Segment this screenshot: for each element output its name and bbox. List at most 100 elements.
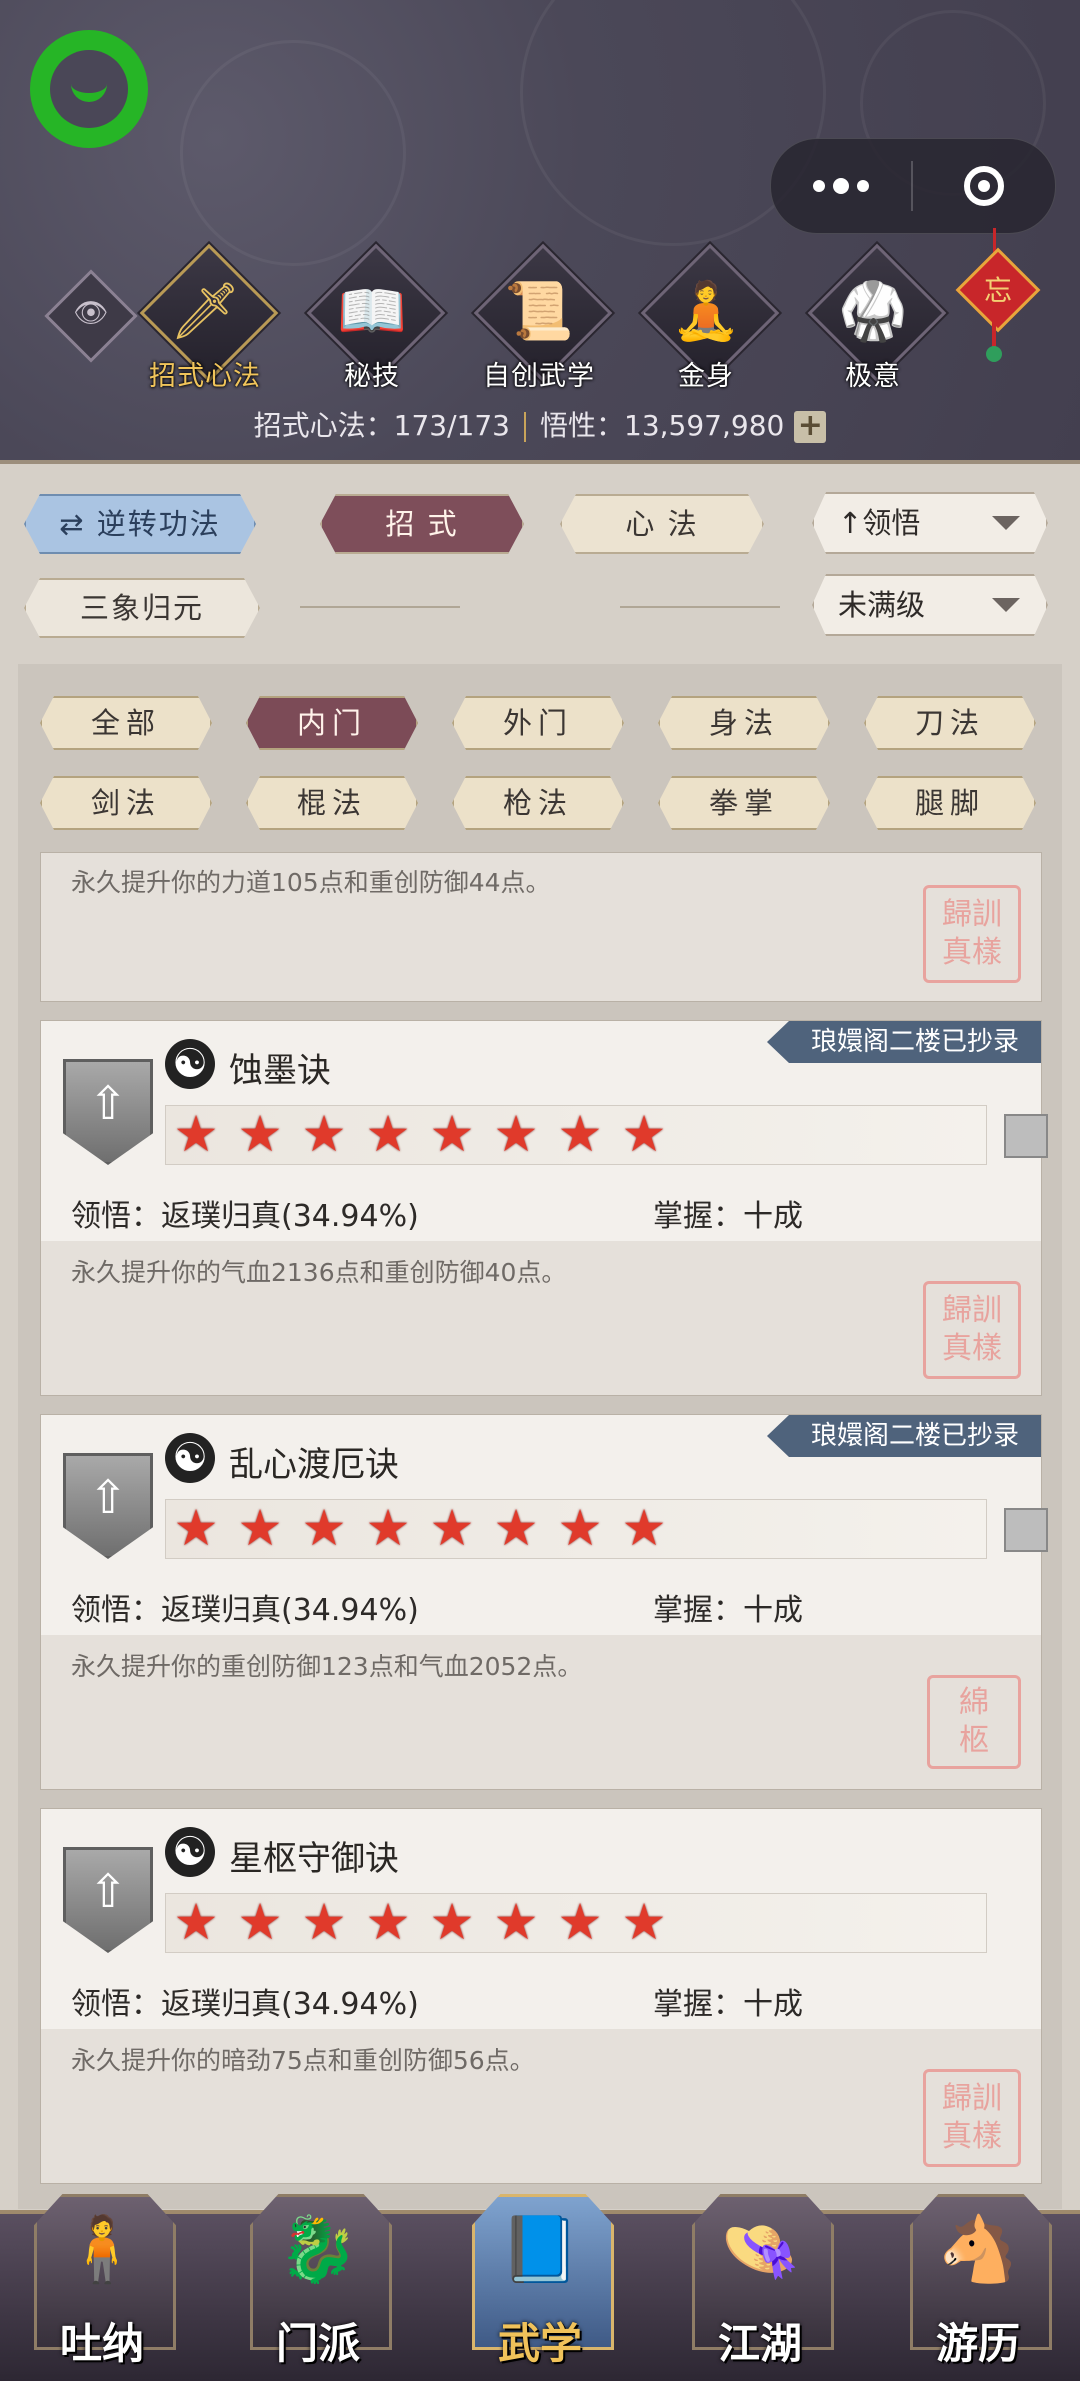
skill-card[interactable]: ⇧ ☯ 乱心渡厄诀 琅嬛阁二楼已抄录 ★ ★ ★ ★ ★ ★ ★ ★ 领悟：返璞归真(34.9… (40, 1414, 1048, 1790)
nav-tile-label: 秘技 (344, 361, 400, 392)
bottom-nav-label: 武学 (497, 2319, 582, 2368)
hanging-charm[interactable]: 忘 (955, 228, 1041, 378)
book-icon: 📖 (337, 279, 407, 344)
filter-blade[interactable]: 刀法 (864, 696, 1036, 750)
seal-stamp: 歸訓 真樣 (923, 885, 1021, 983)
filter-inner[interactable]: 内门 (246, 696, 418, 750)
eye-icon: 👁 (73, 295, 109, 329)
yin-yang-icon: ☯ (165, 1433, 215, 1483)
star-icon: ★ (557, 1499, 603, 1557)
bottom-nav-martial[interactable]: 📘 武学 (472, 2184, 614, 2374)
sort-arrow-icon: ↑ (838, 506, 863, 540)
star-icon: ★ (621, 1105, 667, 1163)
filter-all[interactable]: 全部 (40, 696, 212, 750)
bottom-nav-label: 吐纳 (59, 2319, 144, 2368)
sanxiang-button[interactable]: 三象归元 (24, 578, 260, 638)
nav-tile-moves[interactable]: 🗡 招式心法 (139, 243, 279, 392)
nav-tile-label: 极意 (845, 361, 901, 392)
bottom-nav-jianghu[interactable]: 👒 江湖 (692, 2184, 834, 2374)
copied-ribbon: 琅嬛阁二楼已抄录 (766, 1415, 1041, 1457)
charm-character: 忘 (983, 274, 1012, 307)
more-options-button[interactable] (771, 139, 911, 233)
star-icon: ★ (173, 1105, 219, 1163)
star-icon: ★ (301, 1499, 347, 1557)
chevron-down-icon (992, 598, 1020, 612)
sort-dropdown[interactable]: ↑领悟 (812, 492, 1048, 554)
skill-description: 永久提升你的重创防御123点和气血2052点。 (71, 1652, 583, 1681)
star-icon: ★ (365, 1893, 411, 1951)
target-icon (964, 166, 1004, 206)
reverse-label: 逆转功法 (96, 507, 221, 541)
close-program-button[interactable] (913, 166, 1055, 206)
level-filter-dropdown[interactable]: 未满级 (812, 574, 1048, 636)
bottom-nav-breathing[interactable]: 🧍 吐纳 (34, 2184, 176, 2374)
skill-name: 乱心渡厄诀 (229, 1445, 399, 1485)
star-rating: ★ ★ ★ ★ ★ ★ ★ ★ (165, 1105, 1048, 1165)
star-icon: ★ (429, 1105, 475, 1163)
nav-tile-golden-body[interactable]: 🧘 金身 (640, 243, 780, 392)
nav-tile-secret[interactable]: 📖 秘技 (306, 243, 446, 392)
star-icon: ★ (557, 1105, 603, 1163)
star-icon: ★ (621, 1893, 667, 1951)
bottom-nav-sect[interactable]: 🐉 门派 (250, 2184, 392, 2374)
skill-type-icon[interactable] (1004, 1114, 1048, 1158)
stats-divider (524, 412, 526, 442)
divider-ornament (620, 606, 780, 608)
level-filter-label: 未满级 (838, 588, 926, 622)
star-icon: ★ (301, 1105, 347, 1163)
filter-fist[interactable]: 拳掌 (658, 776, 830, 830)
bottom-nav-label: 门派 (275, 2319, 360, 2368)
filter-staff[interactable]: 棍法 (246, 776, 418, 830)
skill-description: 永久提升你的力道105点和重创防御44点。 (71, 868, 551, 897)
mastery-text: 掌握：十成 (653, 1199, 803, 1234)
upgrade-shield-icon[interactable]: ⇧ (63, 1847, 153, 1953)
skill-card[interactable]: ⇧ ☯ 蚀墨诀 琅嬛阁二楼已抄录 ★ ★ ★ ★ ★ ★ ★ ★ 领悟：返璞归真(34.94%… (40, 1020, 1048, 1396)
star-icon: ★ (301, 1893, 347, 1951)
insight-text: 领悟：返璞归真(34.94%) (71, 1199, 419, 1234)
filter-leg[interactable]: 腿脚 (864, 776, 1036, 830)
header: 👁 🗡 招式心法 📖 秘技 📜 自创武学 🧘 金身 🥋 极意 忘 招式心法：17… (0, 0, 1080, 460)
skill-card[interactable]: 永久提升你的力道105点和重创防御44点。 歸訓 真樣 (40, 852, 1042, 1002)
tab-mind[interactable]: 心 法 (560, 494, 764, 554)
copied-ribbon: 琅嬛阁二楼已抄录 (766, 1021, 1041, 1063)
sect-icon: 🐉 (278, 2213, 358, 2287)
filter-spear[interactable]: 枪法 (452, 776, 624, 830)
chat-logo-icon[interactable] (30, 30, 148, 148)
star-icon: ★ (493, 1105, 539, 1163)
reverse-technique-button[interactable]: ⇄ 逆转功法 (24, 494, 256, 554)
bottom-nav-label: 江湖 (717, 2319, 802, 2368)
skill-type-icon[interactable] (1004, 1508, 1048, 1552)
seal-stamp: 綿柩 (927, 1675, 1021, 1769)
nav-tile-label: 金身 (678, 361, 734, 392)
filter-movement[interactable]: 身法 (658, 696, 830, 750)
star-icon: ★ (557, 1893, 603, 1951)
upgrade-shield-icon[interactable]: ⇧ (63, 1453, 153, 1559)
scroll-icon: 📜 (504, 279, 574, 344)
nav-tile-custom[interactable]: 📜 自创武学 (473, 243, 613, 392)
mastery-text: 掌握：十成 (653, 1593, 803, 1628)
sword-icon: 🗡 (169, 279, 241, 344)
upgrade-shield-icon[interactable]: ⇧ (63, 1059, 153, 1165)
filter-sword[interactable]: 剑法 (40, 776, 212, 830)
eye-toggle-button[interactable]: 👁 (44, 269, 138, 363)
star-icon: ★ (237, 1499, 283, 1557)
insight-points: 悟性：13,597,980 (540, 409, 785, 442)
nav-tile-label: 自创武学 (483, 361, 595, 392)
seal-stamp: 歸訓 真樣 (923, 1281, 1021, 1379)
martial-book-icon: 📘 (500, 2213, 580, 2287)
tab-moves[interactable]: 招 式 (320, 494, 524, 554)
moves-count: 招式心法：173/173 (253, 409, 510, 442)
horse-icon: 🐴 (938, 2213, 1018, 2287)
skill-card[interactable]: ⇧ ☯ 星枢守御诀 ★ ★ ★ ★ ★ ★ ★ ★ 领悟：返璞归真(34.94%) 掌握：十成… (40, 1808, 1042, 2184)
decor-swirl (180, 40, 406, 266)
star-icon: ★ (237, 1893, 283, 1951)
seal-stamp: 歸訓 真樣 (923, 2069, 1021, 2167)
filter-outer[interactable]: 外门 (452, 696, 624, 750)
bottom-nav-travel[interactable]: 🐴 游历 (910, 2184, 1052, 2374)
add-insight-button[interactable]: + (794, 411, 827, 443)
insight-text: 领悟：返璞归真(34.94%) (71, 1593, 419, 1628)
yin-yang-icon: ☯ (165, 1039, 215, 1089)
skill-name: 星枢守御诀 (229, 1839, 399, 1879)
fighter-icon: 🥋 (838, 279, 908, 344)
nav-tile-ultimate[interactable]: 🥋 极意 (807, 243, 947, 392)
